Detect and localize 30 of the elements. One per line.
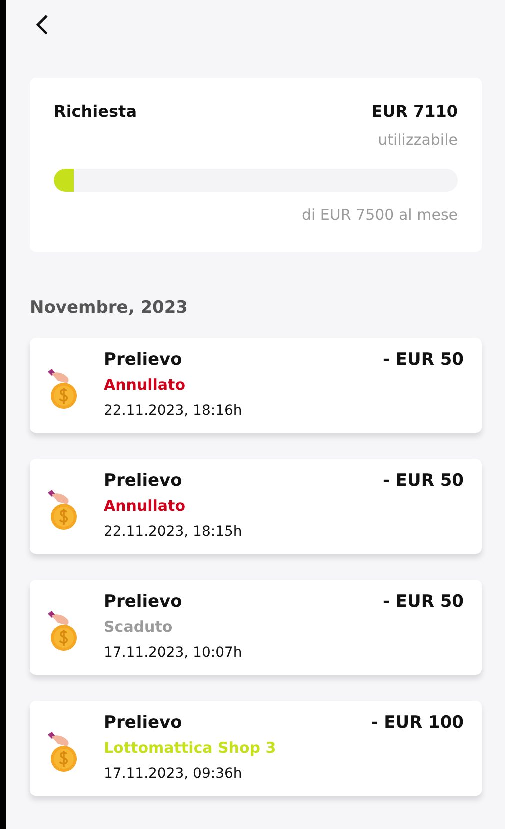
transaction-date: 22.11.2023, 18:16h [104, 403, 244, 419]
transaction-date: 17.11.2023, 10:07h [104, 645, 244, 661]
transaction-status: Annullato [104, 376, 187, 394]
transaction-title: Prelievo [104, 592, 182, 612]
transaction-card[interactable]: Prelievo - EUR 50 Annullato 22.11.2023, 18:15h [30, 459, 482, 554]
transaction-card[interactable]: Prelievo - EUR 50 Scaduto 17.11.2023, 10:07h [30, 580, 482, 675]
hand-coin-icon [46, 610, 80, 654]
transaction-title: Prelievo [104, 350, 182, 370]
hand-coin-icon [46, 368, 80, 412]
transaction-amount: - EUR 50 [382, 350, 464, 370]
transaction-status: Annullato [104, 497, 187, 515]
hand-coin-icon [46, 731, 80, 775]
transaction-amount: - EUR 50 [382, 592, 464, 612]
transaction-status: Scaduto [104, 618, 174, 636]
amount-note: utilizzabile [377, 131, 458, 149]
back-icon[interactable] [35, 14, 49, 36]
transaction-status: Lottomattica Shop 3 [104, 739, 278, 757]
limit-text: di EUR 7500 al mese [300, 206, 458, 224]
transaction-title: Prelievo [104, 471, 182, 491]
transaction-card[interactable]: Prelievo - EUR 100 Lottomattica Shop 3 17.11.2023, 09:36h [30, 701, 482, 796]
transaction-title: Prelievo [104, 713, 182, 733]
summary-title: Richiesta [54, 102, 137, 121]
transaction-card[interactable]: Prelievo - EUR 50 Annullato 22.11.2023, 18:16h [30, 338, 482, 433]
transaction-date: 22.11.2023, 18:15h [104, 524, 244, 540]
available-amount: EUR 7110 [372, 102, 458, 121]
transaction-amount: - EUR 50 [382, 471, 464, 491]
transaction-amount: - EUR 100 [371, 713, 464, 733]
month-heading: Novembre, 2023 [30, 298, 190, 318]
transaction-date: 17.11.2023, 09:36h [104, 766, 244, 782]
hand-coin-icon [46, 489, 80, 533]
